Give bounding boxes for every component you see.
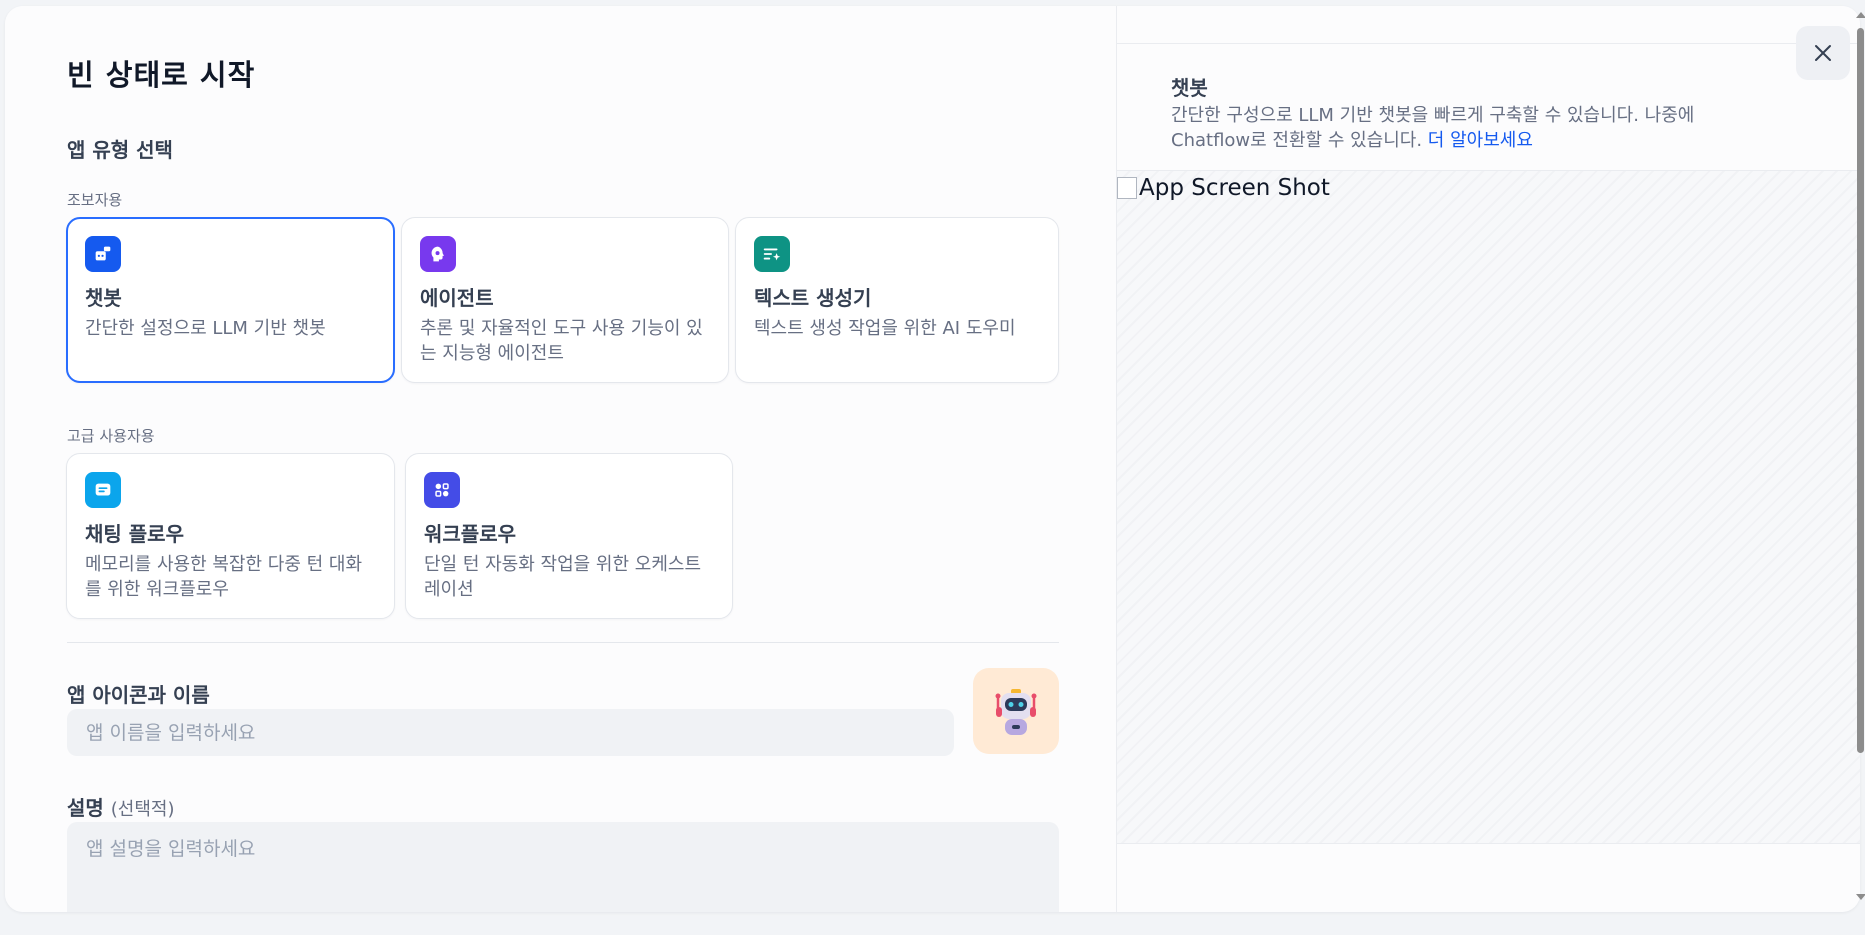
app-type-card-text-generator[interactable]: 텍스트 생성기 텍스트 생성 작업을 위한 AI 도우미 — [735, 217, 1059, 383]
card-description: 메모리를 사용한 복잡한 다중 턴 대화를 위한 워크플로우 — [85, 554, 363, 600]
close-modal-button[interactable] — [1796, 26, 1850, 80]
card-description: 추론 및 자율적인 도구 사용 기능이 있는 지능형 에이전트 — [420, 318, 703, 364]
app-screenshot-area: App Screen Shot — [1117, 170, 1860, 844]
page-scrollbar[interactable] — [1855, 6, 1865, 912]
card-description: 텍스트 생성 작업을 위한 AI 도우미 — [754, 318, 1016, 339]
app-type-card-chatbot[interactable]: 챗봇 간단한 설정으로 LLM 기반 챗봇 — [66, 217, 395, 383]
scrollbar-thumb[interactable] — [1857, 28, 1864, 753]
card-description: 간단한 설정으로 LLM 기반 챗봇 — [85, 318, 326, 339]
app-screenshot-image: App Screen Shot — [1117, 175, 1330, 201]
card-title: 텍스트 생성기 — [754, 286, 872, 310]
create-app-form-panel: 빈 상태로 시작 앱 유형 선택 조보자용 챗봇 간단한 설정으로 LLM 기반… — [5, 6, 1116, 912]
app-screenshot-alt-text: App Screen Shot — [1139, 175, 1330, 201]
create-app-modal: 빈 상태로 시작 앱 유형 선택 조보자용 챗봇 간단한 설정으로 LLM 기반… — [5, 6, 1860, 912]
preview-top-divider — [1117, 43, 1860, 44]
optional-tag: (선택적) — [110, 799, 175, 820]
card-title: 채팅 플로우 — [85, 522, 184, 546]
description-label: 설명 (선택적) — [67, 792, 175, 821]
preview-description: 간단한 구성으로 LLM 기반 챗봇을 빠르게 구축할 수 있습니다. 나중에 … — [1171, 103, 1771, 153]
robot-emoji-icon — [995, 689, 1037, 735]
app-name-label: 앱 아이콘과 이름 — [67, 683, 210, 707]
app-type-card-chatflow[interactable]: 채팅 플로우 메모리를 사용한 복잡한 다중 턴 대화를 위한 워크플로우 — [66, 453, 395, 619]
learn-more-link[interactable]: 더 알아보세요 — [1428, 130, 1533, 151]
scroll-down-arrow-icon[interactable] — [1856, 894, 1865, 900]
app-icon-picker[interactable] — [973, 668, 1059, 754]
chatbot-icon — [85, 236, 121, 272]
preview-panel: 챗봇 간단한 구성으로 LLM 기반 챗봇을 빠르게 구축할 수 있습니다. 나… — [1116, 6, 1860, 912]
workflow-icon — [424, 472, 460, 508]
app-name-input[interactable] — [67, 709, 954, 756]
broken-image-icon — [1117, 177, 1137, 199]
agent-icon — [420, 236, 456, 272]
card-title: 워크플로우 — [424, 522, 516, 546]
advanced-group-label: 고급 사용자용 — [67, 427, 155, 445]
app-type-section-title: 앱 유형 선택 — [67, 138, 173, 162]
chatflow-icon — [85, 472, 121, 508]
preview-title: 챗봇 — [1171, 76, 1208, 100]
card-title: 챗봇 — [85, 286, 122, 310]
description-label-text: 설명 — [67, 796, 104, 820]
card-title: 에이전트 — [420, 286, 494, 310]
modal-title: 빈 상태로 시작 — [67, 58, 256, 92]
text-generator-icon — [754, 236, 790, 272]
card-description: 단일 턴 자동화 작업을 위한 오케스트레이션 — [424, 554, 702, 600]
app-type-card-workflow[interactable]: 워크플로우 단일 턴 자동화 작업을 위한 오케스트레이션 — [405, 453, 733, 619]
section-divider — [67, 642, 1059, 643]
app-description-input[interactable] — [67, 822, 1059, 912]
scroll-up-arrow-icon[interactable] — [1856, 12, 1865, 18]
beginner-group-label: 조보자용 — [67, 191, 123, 209]
close-icon — [1815, 45, 1831, 61]
app-type-card-agent[interactable]: 에이전트 추론 및 자율적인 도구 사용 기능이 있는 지능형 에이전트 — [401, 217, 729, 383]
